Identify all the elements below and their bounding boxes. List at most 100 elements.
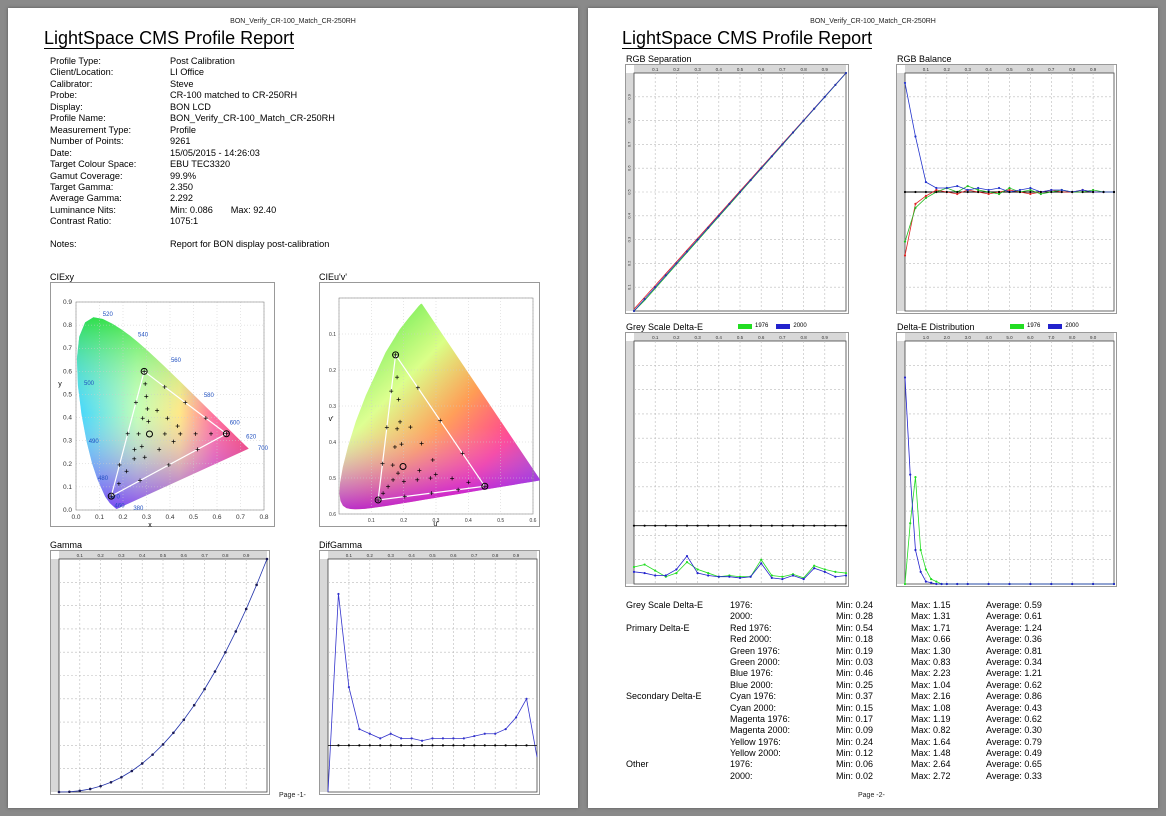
stats-min: Min: 0.28 xyxy=(836,611,874,622)
rgb-separation-point xyxy=(685,250,689,253)
wavelength-label: 500 xyxy=(84,381,95,387)
y-tick-label: 0.1 xyxy=(329,332,336,338)
delta-e-distribution-point xyxy=(919,570,922,573)
stats-average: Average: 0.61 xyxy=(986,611,1042,622)
difgamma-measured-point xyxy=(431,737,434,740)
delta-e-distribution-label: Delta-E Distribution xyxy=(897,322,975,332)
gamma-point xyxy=(88,787,92,791)
top-tick-label: 0.6 xyxy=(181,553,188,558)
grey-delta-e-point xyxy=(675,568,678,571)
top-tick-label: 0.1 xyxy=(77,553,84,558)
wavelength-label: 700 xyxy=(258,446,269,452)
left-tick-label: 0.4 xyxy=(627,212,632,218)
stats-max: Max: 1.04 xyxy=(911,679,951,690)
top-tick-label: 0.8 xyxy=(800,67,807,72)
grey-delta-e-point xyxy=(685,554,689,558)
left-ruler xyxy=(320,559,328,792)
delta-e-distribution-point xyxy=(1029,582,1032,586)
rgb-balance-point xyxy=(956,192,959,196)
y-tick-label: 0.9 xyxy=(63,299,72,306)
difgamma-measured-point xyxy=(400,737,403,740)
grey-delta-e-point xyxy=(834,524,837,527)
info-row: Target Gamma: 2.350 xyxy=(50,182,335,193)
rgb-balance-point xyxy=(903,254,907,257)
top-tick-label: 0.3 xyxy=(694,335,701,340)
info-row: Luminance Nits: Min: 0.086 Max: 92.40 xyxy=(50,205,335,216)
rgb-separation-point xyxy=(760,167,763,170)
stats-max: Max: 2.64 xyxy=(911,759,951,770)
x-tick-label: 0.2 xyxy=(118,514,127,521)
difgamma-target-point xyxy=(400,744,403,747)
difgamma-measured-point xyxy=(368,732,371,735)
gamma-point xyxy=(203,687,206,691)
stats-min: Min: 0.09 xyxy=(836,725,874,736)
difgamma-measured-point xyxy=(515,716,518,719)
delta-e-distribution-point xyxy=(987,582,990,586)
grey-delta-e-point xyxy=(685,561,689,564)
gamma-point xyxy=(244,607,248,611)
legend-swatch-2000 xyxy=(1048,323,1063,329)
y-tick-label: 0.6 xyxy=(329,512,336,518)
grey-delta-e-point xyxy=(664,574,667,577)
stats-label: Cyan 1976: xyxy=(730,691,777,702)
stats-label: 1976: xyxy=(730,600,753,610)
stats-label: Blue 2000: xyxy=(730,679,774,690)
gamma-point xyxy=(57,790,61,794)
stats-max: Max: 1.64 xyxy=(911,736,951,747)
grey-delta-e-point xyxy=(664,524,667,527)
top-tick-label: 0.5 xyxy=(737,335,744,340)
delta-e-distribution-point xyxy=(914,548,917,552)
rgb-balance-zero-point xyxy=(997,190,1001,194)
info-key: Profile Type: xyxy=(50,56,101,66)
rgb-balance-point xyxy=(956,184,959,188)
stats-max: Max: 0.83 xyxy=(911,656,951,667)
rgb-balance-zero-point xyxy=(1102,190,1105,194)
rgb-balance-point xyxy=(935,188,938,192)
grey-delta-e-point xyxy=(707,574,710,577)
top-tick-label: 0.6 xyxy=(758,67,765,72)
top-tick-label: 0.6 xyxy=(1027,67,1034,72)
top-tick-label: 0.7 xyxy=(471,553,478,558)
rgb-balance-point xyxy=(945,186,948,190)
difgamma-measured-point xyxy=(504,727,507,731)
notes-value: Report for BON display post-calibration xyxy=(170,238,330,249)
stats-average: Average: 0.36 xyxy=(986,634,1042,645)
left-tick-label: 0.7 xyxy=(627,141,632,147)
info-row: Contrast Ratio: 1075:1 xyxy=(50,216,335,227)
stats-max: Max: 2.23 xyxy=(911,668,951,679)
info-row: Profile Name: BON_Verify_CR-100_Match_CR-… xyxy=(50,113,335,124)
grey-delta-e-point xyxy=(844,574,848,577)
info-key: Number of Points: xyxy=(50,136,124,147)
gamma-point xyxy=(213,670,217,673)
x-tick-label: 0.5 xyxy=(189,514,198,521)
rgb-balance-zero-point xyxy=(1081,190,1084,194)
stats-min: Min: 0.25 xyxy=(836,679,874,690)
top-tick-label: 0.5 xyxy=(429,553,436,558)
rgb-balance-point xyxy=(997,192,1001,196)
rgb-balance-zero-point xyxy=(945,190,948,194)
delta-e-distribution-point xyxy=(930,578,933,581)
grey-delta-e-point xyxy=(675,571,678,575)
rgb-separation-point xyxy=(738,190,742,194)
info-value: 9261 xyxy=(170,136,191,147)
rgb-separation-point xyxy=(717,214,720,217)
delta-e-distribution-point xyxy=(1050,582,1053,586)
stats-max: Max: 0.82 xyxy=(911,725,951,736)
wavelength-label: 380 xyxy=(133,506,144,512)
difgamma-measured-point xyxy=(462,737,465,740)
de-dist-legend: 1976 2000 xyxy=(1002,323,1079,329)
stats-min: Min: 0.24 xyxy=(836,600,874,610)
report-page-1: BON_Verify_CR-100_Match_CR-250RH LightSp… xyxy=(8,8,578,808)
difgamma-measured-point xyxy=(452,737,455,740)
x-tick-label: 0.7 xyxy=(236,514,245,521)
info-value: CR-100 matched to CR-250RH xyxy=(170,90,298,101)
rgb-balance-point xyxy=(924,180,927,184)
grey-delta-e-point xyxy=(823,570,826,573)
stats-min: Min: 0.18 xyxy=(836,634,874,645)
left-ruler xyxy=(897,341,905,584)
info-key: Calibrator: xyxy=(50,78,93,89)
rgb-balance-point xyxy=(997,186,1001,190)
top-tick-label: 1.0 xyxy=(923,335,930,340)
top-tick-label: 0.8 xyxy=(1069,67,1076,72)
stats-label: Cyan 2000: xyxy=(730,702,777,713)
